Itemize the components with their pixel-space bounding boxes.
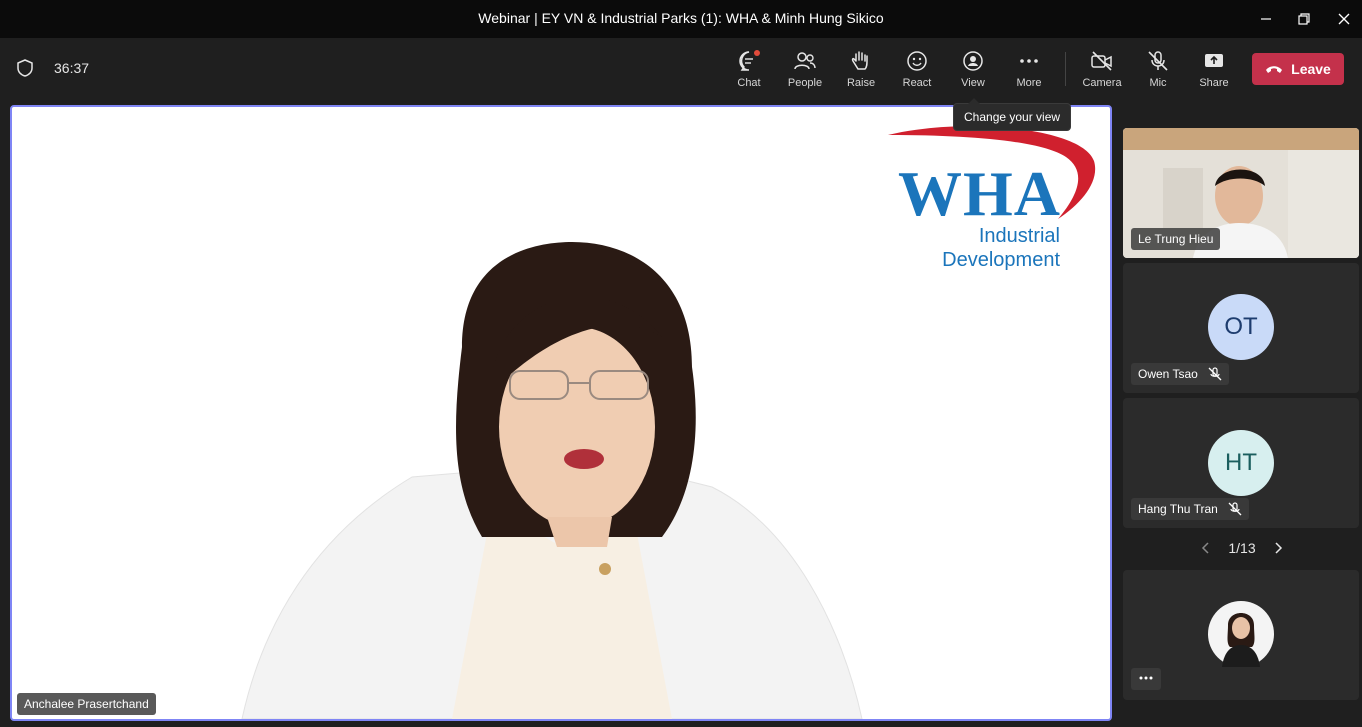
meeting-toolbar: 36:37 Chat People Raise React View More … (0, 38, 1362, 100)
speaker-video (241, 242, 863, 719)
react-button[interactable]: React (891, 49, 943, 93)
chevron-right-icon[interactable] (1274, 541, 1284, 555)
chat-icon (739, 50, 760, 71)
camera-off-icon (1091, 51, 1112, 71)
chat-label: Chat (737, 77, 761, 89)
raise-hand-button[interactable]: Raise (835, 49, 887, 93)
close-icon (1338, 13, 1350, 25)
more-icon (1139, 676, 1153, 680)
speaker-name-tag: Anchalee Prasertchand (17, 693, 156, 715)
leave-button[interactable]: Leave (1252, 53, 1344, 85)
participant-name-tag: Hang Thu Tran (1131, 498, 1249, 520)
participant-more-options[interactable] (1131, 668, 1161, 690)
share-screen-icon (1205, 54, 1223, 67)
mic-muted-icon (1208, 367, 1222, 381)
share-label: Share (1199, 77, 1229, 89)
hang-up-icon (1266, 66, 1283, 73)
chat-button[interactable]: Chat (723, 49, 775, 93)
maximize-button[interactable] (1292, 8, 1316, 30)
main-video-stage[interactable]: WHA Industrial Development Anchalee Pras… (10, 105, 1112, 721)
avatar-initials: OT (1208, 294, 1274, 360)
toolbar-divider (1065, 52, 1066, 86)
view-icon (963, 51, 983, 71)
pager-count: 1/13 (1228, 540, 1256, 556)
more-label: More (1016, 77, 1042, 89)
raise-label: Raise (846, 77, 876, 89)
participant-name: Owen Tsao (1138, 367, 1198, 381)
raise-hand-icon (851, 51, 868, 70)
participant-pager: 1/13 (1200, 538, 1284, 558)
view-label: View (961, 77, 985, 89)
participant-name-tag: Owen Tsao (1131, 363, 1229, 385)
participant-name-tag: Le Trung Hieu (1131, 228, 1221, 250)
restore-icon (1298, 13, 1310, 25)
people-label: People (787, 77, 823, 89)
more-icon (1020, 59, 1038, 63)
participant-tile-photo[interactable] (1123, 570, 1359, 700)
participant-tile-le-trung-hieu[interactable]: Le Trung Hieu (1123, 128, 1359, 258)
people-icon (794, 52, 816, 70)
mic-muted-icon (1228, 502, 1242, 516)
share-button[interactable]: Share (1188, 49, 1240, 93)
react-emoji-icon (907, 51, 927, 71)
leave-label: Leave (1291, 61, 1331, 77)
window-title: Webinar | EY VN & Industrial Parks (1): … (478, 10, 884, 26)
mic-button[interactable]: Mic (1132, 49, 1184, 93)
participant-name: Hang Thu Tran (1138, 502, 1218, 516)
camera-button[interactable]: Camera (1076, 49, 1128, 93)
minimize-icon (1261, 18, 1271, 20)
chevron-left-icon[interactable] (1200, 541, 1210, 555)
close-button[interactable] (1332, 8, 1356, 30)
participant-tile-owen-tsao[interactable]: OT Owen Tsao (1123, 263, 1359, 393)
view-tooltip: Change your view (953, 98, 1072, 131)
view-button[interactable]: View (947, 49, 999, 93)
participant-photo-avatar (1208, 601, 1274, 667)
participant-tile-hang-thu-tran[interactable]: HT Hang Thu Tran (1123, 398, 1359, 528)
mic-label: Mic (1149, 77, 1167, 89)
title-bar: Webinar | EY VN & Industrial Parks (1): … (0, 0, 1362, 38)
mic-off-icon (1148, 51, 1168, 71)
camera-label: Camera (1082, 77, 1122, 89)
react-label: React (902, 77, 932, 89)
minimize-button[interactable] (1254, 8, 1278, 30)
more-button[interactable]: More (1003, 49, 1055, 93)
avatar-initials: HT (1208, 430, 1274, 496)
meeting-timer: 36:37 (54, 60, 90, 76)
people-button[interactable]: People (779, 49, 831, 93)
shield-icon[interactable] (16, 58, 34, 83)
